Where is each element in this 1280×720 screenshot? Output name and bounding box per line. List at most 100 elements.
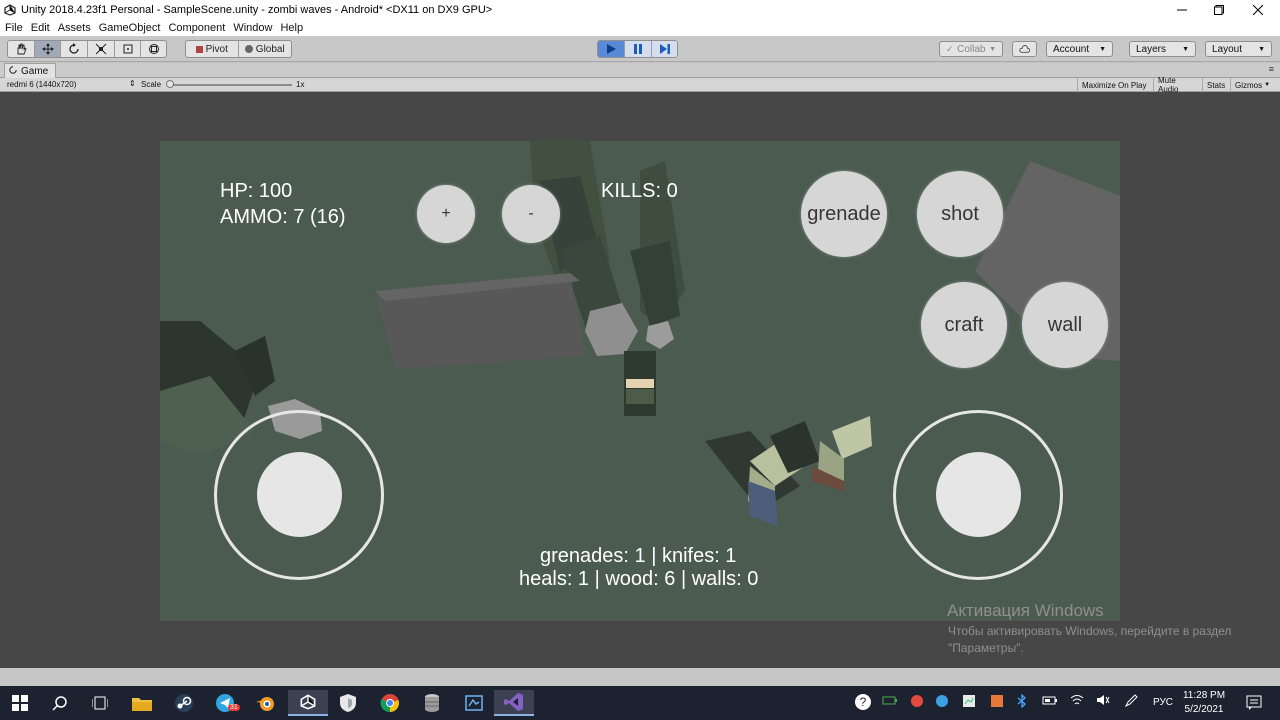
close-icon[interactable] <box>1240 0 1276 20</box>
layout-label: Layout <box>1212 43 1243 55</box>
collab-label: Collab <box>957 43 986 55</box>
rotate-icon[interactable] <box>61 41 89 57</box>
play-controls <box>597 40 678 58</box>
telegram-badge: 31 <box>228 704 240 711</box>
craft-button[interactable]: craft <box>921 282 1007 368</box>
global-label: Global <box>255 43 285 55</box>
clock-date: 5/2/2021 <box>1184 704 1224 715</box>
task-view-icon[interactable] <box>80 690 120 716</box>
globe-icon <box>244 45 253 53</box>
menu-component[interactable]: Component <box>168 22 225 34</box>
maximize-on-play-toggle[interactable]: Maximize On Play <box>1077 78 1153 92</box>
aim-joystick-knob[interactable] <box>936 452 1021 537</box>
cloud-button[interactable] <box>1012 41 1037 57</box>
minus-button[interactable]: - <box>502 185 560 243</box>
menu-edit[interactable]: Edit <box>31 22 50 34</box>
hand-icon[interactable] <box>8 41 35 57</box>
pivot-label: Pivot <box>205 43 228 55</box>
menu-bar: File Edit Assets GameObject Component Wi… <box>0 20 1280 36</box>
gizmos-dropdown[interactable]: Gizmos ▼ <box>1230 78 1276 92</box>
windows-start-icon[interactable] <box>0 690 40 716</box>
search-icon[interactable] <box>40 690 80 716</box>
plus-button[interactable]: + <box>417 185 475 243</box>
wifi-icon[interactable] <box>1070 694 1084 709</box>
menu-gameobject[interactable]: GameObject <box>99 22 161 34</box>
steam-icon[interactable] <box>164 690 204 716</box>
shield-app-icon[interactable] <box>328 690 368 716</box>
volume-icon[interactable] <box>1096 694 1110 709</box>
graph-tray-icon[interactable] <box>962 694 976 711</box>
tab-menu-icon[interactable]: ≡ <box>1269 64 1274 74</box>
battery-icon[interactable] <box>1042 694 1058 709</box>
menu-file[interactable]: File <box>5 22 23 34</box>
grenade-button[interactable]: grenade <box>801 171 887 257</box>
cloud-icon <box>1019 44 1030 53</box>
collab-dropdown[interactable]: ✓ Collab ▼ <box>939 41 1003 57</box>
office-tray-icon[interactable] <box>990 694 1004 711</box>
language-indicator[interactable]: РУС <box>1153 697 1173 708</box>
sync-tray-icon[interactable] <box>935 694 949 711</box>
global-toggle[interactable]: Global <box>239 41 292 57</box>
scale-value: 1x <box>296 80 305 89</box>
menu-help[interactable]: Help <box>280 22 303 34</box>
rect-icon[interactable] <box>115 41 142 57</box>
app-tray-icon[interactable] <box>910 694 924 711</box>
inventory-line-2: heals: 1 | wood: 6 | walls: 0 <box>519 568 759 590</box>
window-title: Unity 2018.4.23f1 Personal - SampleScene… <box>21 4 493 16</box>
layout-dropdown[interactable]: Layout ▼ <box>1205 41 1272 57</box>
mute-audio-toggle[interactable]: Mute Audio <box>1153 76 1202 94</box>
activation-title: Активация Windows <box>947 601 1104 620</box>
account-dropdown[interactable]: Account ▼ <box>1046 41 1113 57</box>
chevron-down-icon: ▼ <box>1182 45 1189 53</box>
shot-button[interactable]: shot <box>917 171 1003 257</box>
visual-studio-icon[interactable] <box>494 690 534 716</box>
play-button[interactable] <box>598 41 625 57</box>
clock-time: 11:28 PM <box>1182 690 1226 701</box>
minimize-icon[interactable] <box>1164 0 1200 20</box>
scale-icon[interactable] <box>88 41 115 57</box>
file-explorer-icon[interactable] <box>122 690 162 716</box>
tab-game[interactable]: Game <box>4 63 56 78</box>
tab-game-label: Game <box>21 65 49 77</box>
step-button[interactable] <box>652 41 677 57</box>
transform-icon[interactable] <box>141 41 166 57</box>
move-icon[interactable] <box>34 41 62 57</box>
activation-line-1: Чтобы активировать Windows, перейдите в … <box>948 624 1232 638</box>
menu-window[interactable]: Window <box>233 22 272 34</box>
pivot-toggle[interactable]: Pivot <box>186 41 239 57</box>
game-controller-icon <box>9 65 17 77</box>
stats-toggle[interactable]: Stats <box>1202 78 1230 92</box>
unity-icon[interactable] <box>288 690 328 716</box>
layers-dropdown[interactable]: Layers ▼ <box>1129 41 1196 57</box>
pivot-icon <box>195 45 203 53</box>
scale-slider-thumb[interactable] <box>166 80 174 88</box>
help-icon[interactable]: ? <box>854 693 872 714</box>
hp-label: HP: 100 <box>220 180 293 202</box>
gizmos-label: Gizmos <box>1235 80 1263 90</box>
game-view: HP: 100 AMMO: 7 (16) KILLS: 0 + - grenad… <box>0 92 1280 668</box>
resolution-dropdown[interactable]: redmi 6 (1440x720) <box>7 80 76 89</box>
scale-slider-track[interactable] <box>168 84 292 86</box>
telegram-icon[interactable]: 31 <box>206 690 246 716</box>
move-joystick-knob[interactable] <box>257 452 342 537</box>
ammo-label: AMMO: 7 (16) <box>220 206 346 228</box>
database-icon[interactable] <box>412 690 452 716</box>
wall-button[interactable]: wall <box>1022 282 1108 368</box>
pen-icon[interactable] <box>1124 694 1138 711</box>
clock[interactable]: 11:28 PM 5/2/2021 <box>1180 689 1228 717</box>
pause-button[interactable] <box>625 41 652 57</box>
account-label: Account <box>1053 43 1090 55</box>
battery-green-icon[interactable] <box>882 694 898 709</box>
game-view-toolbar: redmi 6 (1440x720) ⇕ Scale 1x Maximize O… <box>0 76 1280 94</box>
scale-label: Scale <box>141 80 162 89</box>
blender-icon[interactable] <box>246 690 286 716</box>
menu-assets[interactable]: Assets <box>58 22 91 34</box>
maximize-on-play-label: Maximize On Play <box>1082 80 1147 90</box>
game-scene[interactable]: HP: 100 AMMO: 7 (16) KILLS: 0 + - grenad… <box>160 141 1120 621</box>
chrome-icon[interactable] <box>370 690 410 716</box>
bluetooth-icon[interactable] <box>1017 693 1027 711</box>
notification-icon[interactable] <box>1246 695 1262 714</box>
paint-icon[interactable] <box>454 690 494 716</box>
maximize-icon[interactable] <box>1201 0 1237 20</box>
stats-label: Stats <box>1207 80 1226 90</box>
